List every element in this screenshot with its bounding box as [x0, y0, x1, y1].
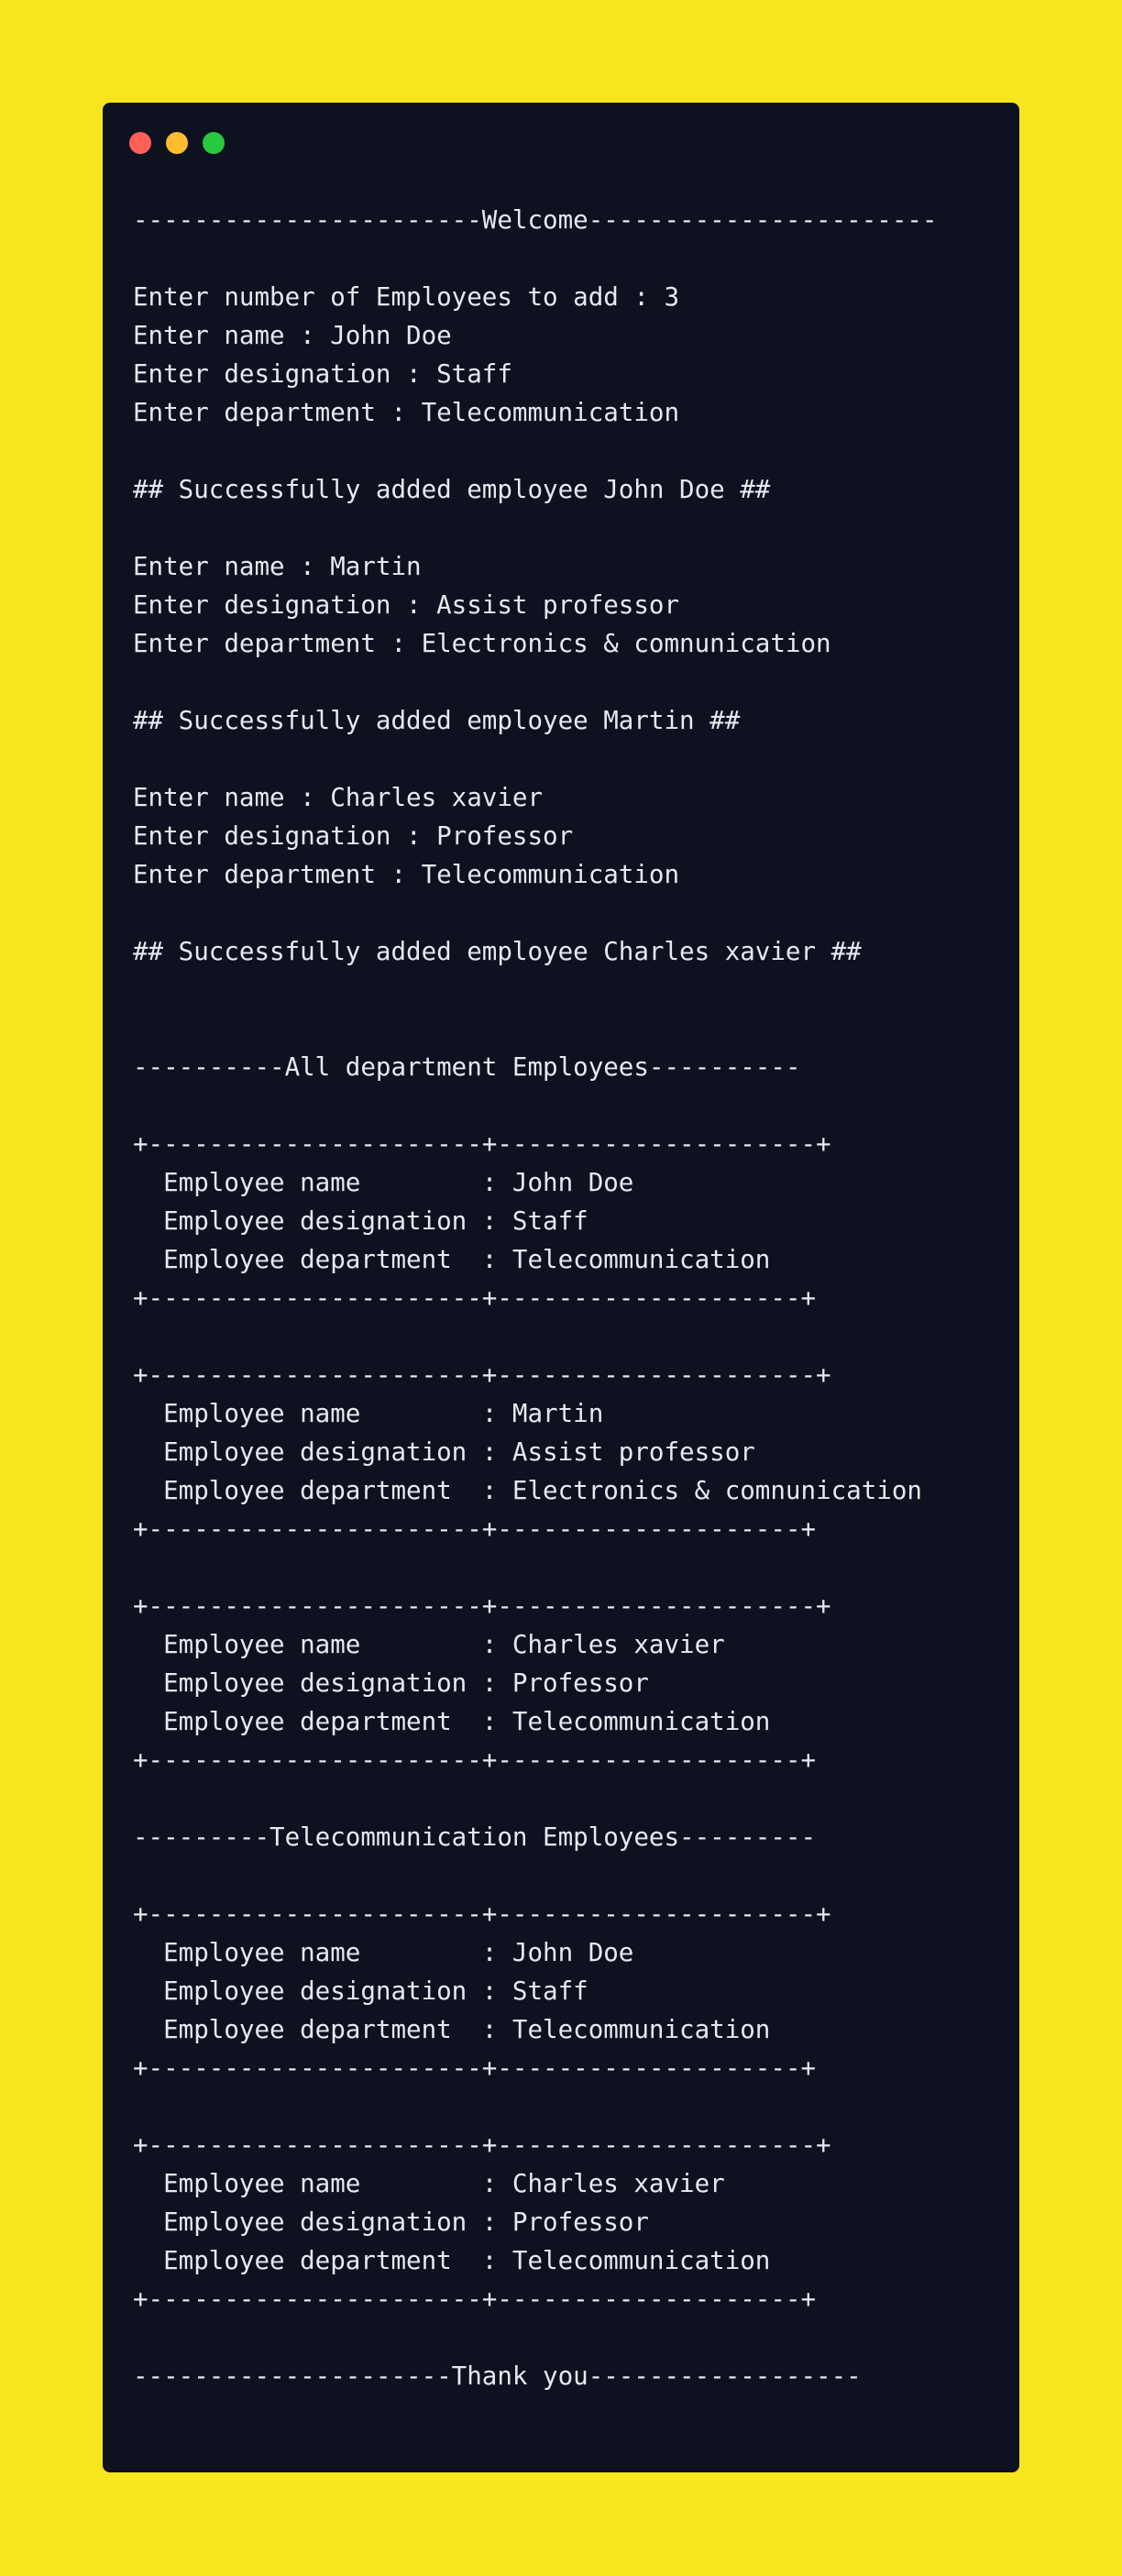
terminal-line: ----------All department Employees------…	[133, 1052, 801, 1082]
terminal-line: -----------------------Welcome----------…	[133, 205, 938, 235]
maximize-button[interactable]	[203, 132, 225, 154]
window-controls	[129, 132, 225, 154]
terminal-line: +----------------------+----------------…	[133, 1129, 831, 1159]
terminal-line: Employee name : Charles xavier	[133, 1630, 725, 1659]
terminal-line: Employee designation : Staff	[133, 1206, 588, 1236]
terminal-line: +----------------------+----------------…	[133, 1899, 831, 1929]
terminal-line: +----------------------+----------------…	[133, 1360, 831, 1390]
terminal-window: -----------------------Welcome----------…	[103, 103, 1019, 2472]
terminal-line: Employee name : John Doe	[133, 1168, 634, 1197]
terminal-line: Enter name : Charles xavier	[133, 783, 544, 812]
terminal-line: ## Successfully added employee Charles x…	[133, 937, 862, 966]
minimize-button[interactable]	[166, 132, 188, 154]
terminal-output: -----------------------Welcome----------…	[133, 201, 1001, 2395]
terminal-line: Enter department : Telecommunication	[133, 398, 680, 427]
terminal-line: Enter designation : Professor	[133, 821, 574, 851]
terminal-line: ## Successfully added employee Martin ##	[133, 706, 741, 735]
terminal-line: Employee department : Telecommunication	[133, 1707, 771, 1736]
terminal-line: Employee designation : Assist professor	[133, 1437, 755, 1467]
terminal-line: Enter name : John Doe	[133, 321, 452, 350]
terminal-line: +----------------------+----------------…	[133, 1283, 817, 1313]
terminal-line: ---------------------Thank you----------…	[133, 2361, 862, 2391]
terminal-line: +----------------------+----------------…	[133, 1591, 831, 1621]
terminal-line: Enter name : Martin	[133, 552, 422, 581]
close-button[interactable]	[129, 132, 151, 154]
terminal-line: Employee name : Martin	[133, 1399, 604, 1428]
terminal-line: Employee designation : Staff	[133, 1976, 588, 2006]
terminal-line: +----------------------+----------------…	[133, 2130, 831, 2160]
terminal-line: Enter number of Employees to add : 3	[133, 282, 680, 312]
terminal-line: Enter designation : Assist professor	[133, 590, 680, 620]
terminal-line: Employee name : Charles xavier	[133, 2169, 725, 2198]
terminal-line: Enter department : Telecommunication	[133, 860, 680, 889]
terminal-line: Enter department : Electronics & comnuni…	[133, 629, 831, 658]
terminal-line: ---------Telecommunication Employees----…	[133, 1822, 817, 1852]
terminal-line: ## Successfully added employee John Doe …	[133, 475, 771, 504]
terminal-line: Employee department : Telecommunication	[133, 2246, 771, 2275]
terminal-line: Employee designation : Professor	[133, 2207, 649, 2237]
terminal-line: +----------------------+----------------…	[133, 1514, 817, 1544]
terminal-line: Employee name : John Doe	[133, 1938, 634, 1967]
terminal-line: +----------------------+----------------…	[133, 2053, 817, 2083]
terminal-line: Employee department : Telecommunication	[133, 1245, 771, 1274]
terminal-line: +----------------------+----------------…	[133, 1745, 817, 1775]
terminal-line: Employee designation : Professor	[133, 1668, 649, 1698]
terminal-line: Employee department : Electronics & comn…	[133, 1476, 922, 1505]
terminal-line: Employee department : Telecommunication	[133, 2015, 771, 2044]
terminal-line: Enter designation : Staff	[133, 359, 512, 389]
terminal-line: +----------------------+----------------…	[133, 2284, 817, 2314]
